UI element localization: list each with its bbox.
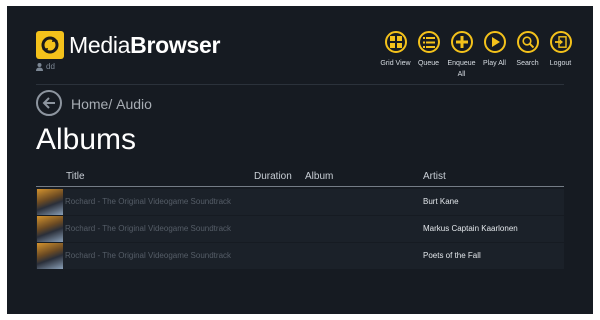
app-name: MediaBrowser <box>69 32 220 59</box>
column-header-duration[interactable]: Duration <box>254 171 292 182</box>
username-label: dd <box>46 62 55 71</box>
table-header: Title Duration Album Artist <box>36 169 564 187</box>
app-logo[interactable]: MediaBrowser <box>36 31 220 59</box>
user-icon <box>36 62 43 71</box>
album-art[interactable] <box>37 216 63 242</box>
play-all-label: Play All <box>483 60 506 67</box>
enqueue-all-button[interactable]: Enqueue All <box>445 31 478 80</box>
breadcrumb-home[interactable]: Home <box>71 96 108 112</box>
app-name-part1: Media <box>69 31 131 58</box>
logo-icon <box>36 31 64 59</box>
table-row[interactable]: Rochard - The Original Videogame Soundtr… <box>36 216 564 242</box>
album-art[interactable] <box>37 189 63 215</box>
album-list: Rochard - The Original Videogame Soundtr… <box>36 189 564 270</box>
row-title: Rochard - The Original Videogame Soundtr… <box>65 251 232 260</box>
row-title: Rochard - The Original Videogame Soundtr… <box>65 197 232 206</box>
logout-icon <box>549 31 572 53</box>
row-artist: Burt Kane <box>423 197 459 206</box>
column-header-album[interactable]: Album <box>305 171 333 182</box>
table-row[interactable]: Rochard - The Original Videogame Soundtr… <box>36 189 564 215</box>
search-button[interactable]: Search <box>511 31 544 80</box>
toolbar: Grid View Queue Enqueue All Play All Sea… <box>379 31 577 80</box>
grid-view-label: Grid View <box>380 60 411 67</box>
enqueue-all-label: Enqueue All <box>447 60 476 78</box>
grid-icon <box>384 31 407 53</box>
row-artist: Poets of the Fall <box>423 251 481 260</box>
grid-view-button[interactable]: Grid View <box>379 31 412 80</box>
current-user[interactable]: dd <box>36 62 55 71</box>
queue-list-icon <box>417 31 440 53</box>
header-divider <box>36 84 564 85</box>
logout-button[interactable]: Logout <box>544 31 577 80</box>
row-artist: Markus Captain Kaarlonen <box>423 224 518 233</box>
album-art[interactable] <box>37 243 63 269</box>
page-title: Albums <box>36 123 137 156</box>
breadcrumb-separator: / <box>108 96 113 112</box>
logout-label: Logout <box>549 60 572 67</box>
column-header-artist[interactable]: Artist <box>423 171 446 182</box>
queue-label: Queue <box>417 60 440 67</box>
column-header-title[interactable]: Title <box>66 171 85 182</box>
table-row[interactable]: Rochard - The Original Videogame Soundtr… <box>36 243 564 269</box>
back-button[interactable] <box>36 90 62 116</box>
app-window: MediaBrowser dd Grid View Queue Enqueue … <box>7 6 593 314</box>
play-all-button[interactable]: Play All <box>478 31 511 80</box>
search-icon <box>516 31 539 53</box>
search-label: Search <box>516 60 539 67</box>
breadcrumb: Home/ Audio <box>71 96 152 112</box>
breadcrumb-current[interactable]: Audio <box>116 96 152 112</box>
play-icon <box>483 31 506 53</box>
plus-icon <box>450 31 473 53</box>
queue-button[interactable]: Queue <box>412 31 445 80</box>
back-arrow-icon <box>42 97 55 109</box>
table-header-divider <box>36 186 564 187</box>
app-name-part2: Browser <box>130 31 221 58</box>
row-title: Rochard - The Original Videogame Soundtr… <box>65 224 232 233</box>
